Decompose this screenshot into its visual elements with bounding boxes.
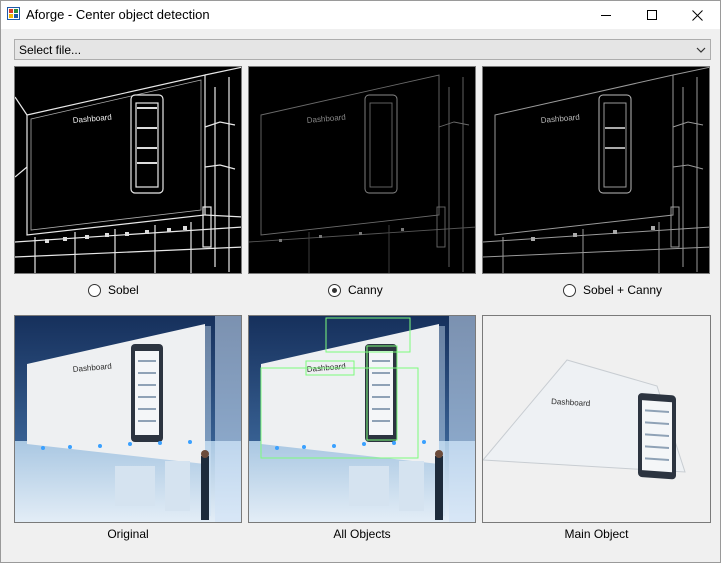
- original-image: Dashboard: [14, 315, 242, 523]
- radio-sobel-circle[interactable]: [88, 283, 101, 297]
- app-icon: [7, 7, 20, 20]
- sobel-image: Dashboard: [14, 66, 242, 274]
- minimize-button[interactable]: [583, 1, 629, 29]
- caption-original: Original: [107, 527, 149, 541]
- radio-sobel-canny-circle[interactable]: [563, 283, 576, 297]
- file-select-value: Select file...: [19, 43, 82, 57]
- radio-canny-label: Canny: [348, 283, 383, 297]
- radio-sobel-label: Sobel: [108, 283, 139, 297]
- close-icon: [691, 9, 703, 21]
- close-button[interactable]: [674, 1, 720, 29]
- radio-canny[interactable]: Canny: [328, 282, 383, 298]
- window-title: Aforge - Center object detection: [26, 7, 210, 22]
- maximize-button[interactable]: [629, 1, 675, 29]
- sobel-canny-image: Dashboard: [482, 66, 710, 274]
- canny-image: Dashboard: [248, 66, 476, 274]
- minimize-icon: [601, 15, 611, 16]
- canny-screen-text: Dashboard: [306, 113, 346, 125]
- file-select-dropdown[interactable]: Select file...: [14, 39, 711, 60]
- sobel-screen-text: Dashboard: [72, 113, 112, 125]
- radio-canny-circle[interactable]: [328, 283, 341, 297]
- main-object-image: Dashboard: [482, 315, 711, 523]
- maximize-icon: [647, 10, 657, 20]
- caption-main-object: Main Object: [564, 527, 629, 541]
- radio-sobel-canny-label: Sobel + Canny: [583, 283, 663, 297]
- all-objects-image: Dashboard: [248, 315, 476, 523]
- chevron-down-icon: [696, 47, 706, 53]
- sobel-canny-screen-text: Dashboard: [540, 113, 580, 125]
- radio-sobel[interactable]: Sobel: [88, 282, 139, 298]
- caption-all-objects: All Objects: [333, 527, 391, 541]
- app-window: Aforge - Center object detection Select …: [0, 0, 721, 563]
- title-bar[interactable]: Aforge - Center object detection: [1, 1, 720, 29]
- radio-sobel-canny[interactable]: Sobel + Canny: [563, 282, 662, 298]
